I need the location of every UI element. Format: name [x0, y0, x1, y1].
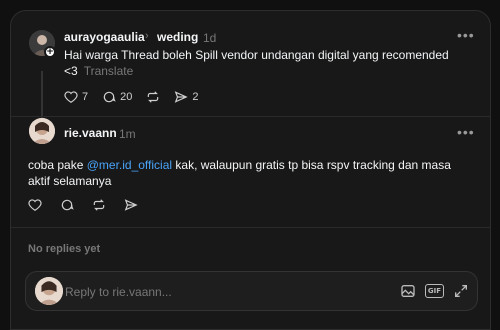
reply-input[interactable]	[65, 283, 365, 301]
post-time: 1d	[203, 31, 217, 45]
post-username[interactable]: aurayogaaulia	[64, 30, 145, 44]
avatar[interactable]	[29, 118, 55, 144]
repost-icon	[93, 199, 105, 211]
gif-icon[interactable]: GIF	[424, 284, 444, 298]
post-text-line2: <3	[64, 64, 78, 78]
comment-button[interactable]	[60, 198, 74, 212]
post-actions: 7 20 2	[64, 90, 213, 104]
send-icon	[175, 91, 189, 103]
reply-username[interactable]: rie.vaann	[64, 126, 117, 140]
reply-actions	[28, 198, 152, 212]
mention-link[interactable]: @mer.id_official	[87, 158, 172, 172]
reply-text: coba pake @mer.id_official kak, walaupun…	[28, 157, 468, 189]
chevron-right-icon: ›	[145, 30, 149, 42]
heart-icon	[28, 199, 42, 211]
comment-button[interactable]: 20	[102, 90, 132, 104]
send-icon	[124, 199, 138, 211]
post-text-line1: Hai warga Thread boleh Spill vendor unda…	[64, 48, 449, 62]
reply-text-start: coba pake	[28, 158, 87, 172]
like-button[interactable]: 7	[64, 90, 88, 104]
like-button[interactable]	[28, 198, 42, 212]
post-text: Hai warga Thread boleh Spill vendor unda…	[64, 47, 464, 79]
heart-icon	[64, 91, 78, 103]
comment-icon	[61, 199, 74, 211]
thread-panel: + aurayogaaulia › weding 1d ••• Hai warg…	[10, 10, 491, 330]
reply-tools: GIF	[391, 283, 469, 299]
repost-button[interactable]	[92, 198, 106, 212]
repost-icon	[148, 91, 159, 103]
divider	[11, 227, 490, 228]
thread-connector-line	[41, 71, 43, 121]
comment-count: 20	[120, 91, 133, 103]
share-count: 2	[192, 91, 199, 103]
divider	[11, 116, 490, 117]
follow-plus-icon[interactable]: +	[44, 46, 56, 58]
share-button[interactable]	[124, 198, 138, 212]
post-more-icon[interactable]: •••	[457, 27, 475, 43]
like-count: 7	[82, 91, 89, 103]
no-replies-label: No replies yet	[28, 243, 101, 255]
reply-composer: GIF	[25, 271, 478, 311]
share-button[interactable]: 2	[174, 90, 199, 104]
avatar	[35, 277, 63, 305]
image-icon[interactable]	[400, 283, 416, 299]
reply-text-end: kak, walaupun gratis tp bisa rspv tracki…	[172, 158, 451, 172]
comment-icon	[103, 91, 116, 103]
repost-button[interactable]	[146, 90, 160, 104]
reply-time: 1m	[119, 127, 136, 141]
reply-more-icon[interactable]: •••	[457, 124, 475, 140]
expand-icon[interactable]	[453, 283, 469, 299]
reply-text-line2: aktif selamanya	[28, 174, 112, 188]
translate-link[interactable]: Translate	[84, 64, 134, 78]
post-topic-tag[interactable]: weding	[157, 30, 198, 44]
